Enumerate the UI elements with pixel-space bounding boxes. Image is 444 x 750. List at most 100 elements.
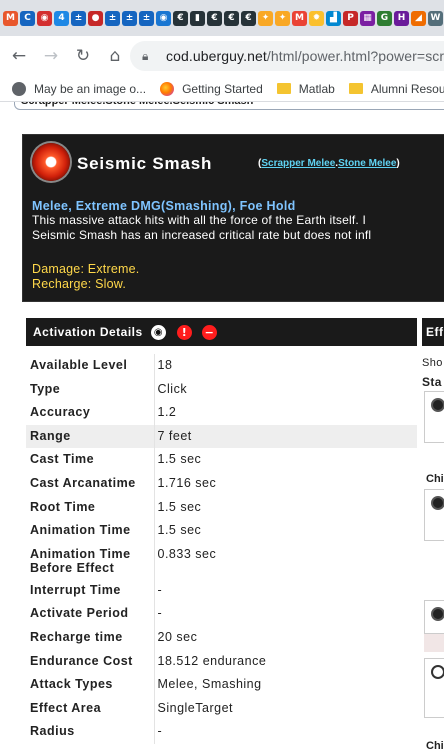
chart-favicon[interactable]: ▟	[326, 10, 341, 26]
activation-details-table: Available Level 18 Type Click Accuracy 1.2 Ran…	[26, 354, 417, 744]
folder-icon	[276, 83, 291, 94]
user-icon	[431, 665, 444, 679]
effect-card-3	[424, 600, 444, 634]
e4-favicon[interactable]: €	[241, 10, 256, 26]
h-favicon[interactable]: H	[394, 10, 409, 26]
power-set-links: (Scrapper Melee.Stone Melee)	[258, 158, 400, 169]
activation-key: Effect Area	[30, 700, 102, 715]
activation-row: Attack Types Melee, Smashing	[26, 673, 417, 697]
url-host: cod.uberguy.net	[166, 48, 267, 64]
shield2-favicon[interactable]: ✦	[275, 10, 290, 26]
scrapper-melee-link[interactable]: Scrapper Melee	[261, 158, 335, 169]
activation-key: Available Level	[30, 358, 128, 372]
bookmark-label: Alumni Resou	[370, 81, 444, 96]
red-favicon[interactable]: ●	[88, 10, 103, 26]
damage-text: Damage: Extreme.	[32, 262, 140, 276]
gmail-favicon[interactable]: M	[292, 10, 307, 26]
blue-circle-favicon[interactable]: ◉	[156, 10, 171, 26]
e3-favicon[interactable]: €	[224, 10, 239, 26]
pa-favicon[interactable]: P	[343, 10, 358, 26]
stone-melee-link[interactable]: Stone Melee	[338, 158, 396, 169]
activation-row: Radius -	[26, 720, 417, 744]
bookmark-item[interactable]: Alumni Resou	[348, 81, 444, 96]
activation-key: Radius	[30, 724, 75, 739]
activation-key: Cast Time	[30, 452, 95, 467]
activation-key: Cast Arcanatime	[30, 475, 136, 490]
plus-favicon[interactable]: 4	[54, 10, 69, 26]
bookmark-item[interactable]: Getting Started	[160, 81, 263, 96]
activation-value: 18	[153, 354, 417, 378]
dark-favicon[interactable]: ▮	[190, 10, 205, 26]
activation-key: Attack Types	[30, 677, 113, 692]
tab-strip: M C ◉ 4 ± ● ± ± ± ◉ € ▮ € € € ✦ ✦ M ✹ ▟ P ▦ G H ◢ W	[0, 0, 444, 36]
activation-row: Available Level 18	[26, 354, 417, 378]
activation-key: Root Time	[30, 499, 96, 514]
activation-value: -	[153, 602, 417, 626]
activation-key: Type	[30, 381, 61, 396]
lock-icon: 🔒︎	[142, 49, 149, 63]
set-close-paren: )	[396, 158, 400, 169]
no-entry-icon[interactable]: −	[201, 324, 217, 340]
bookmarks-bar: May be an image o... Getting Started Matla…	[0, 76, 444, 102]
badge2-favicon[interactable]: ±	[105, 10, 120, 26]
activation-key: Animation Time Before Effect	[30, 546, 131, 575]
activation-value: -	[153, 720, 417, 744]
m-favicon[interactable]: M	[3, 10, 18, 26]
power-summary-box: Seismic Smash (Scrapper Melee.Stone Mele…	[22, 134, 444, 302]
bookmark-item[interactable]: May be an image o...	[12, 81, 146, 96]
activation-row: Activate Period -	[26, 602, 417, 626]
activation-row: Animation Time Before Effect 0.833 sec	[26, 542, 417, 579]
activation-key: Endurance Cost	[30, 653, 133, 668]
power-short-help: Melee, Extreme DMG(Smashing), Foe Hold	[32, 199, 296, 213]
url-text: cod.uberguy.net/html/power.html?power=sc…	[166, 48, 444, 64]
effects-child-label-2: Chi	[426, 740, 444, 750]
activation-value: 20 sec	[153, 625, 417, 650]
activation-value: SingleTarget	[153, 696, 417, 721]
activation-value: Click	[153, 377, 417, 402]
effects-child-label-1: Chi	[426, 473, 444, 485]
effect-card-2	[424, 489, 444, 541]
globe-icon	[431, 398, 444, 412]
reload-button[interactable]: ↻	[70, 43, 96, 69]
activation-value: 1.2	[153, 401, 417, 425]
effect-row-highlight	[424, 634, 444, 652]
desc-line-1: This massive attack hits with all the fo…	[32, 213, 366, 227]
circle-favicon[interactable]: ◉	[37, 10, 52, 26]
bookmark-item[interactable]: Matlab	[276, 81, 335, 96]
back-button[interactable]: ←	[6, 43, 32, 69]
address-bar[interactable]: 🔒︎ cod.uberguy.net/html/power.html?power…	[130, 41, 444, 71]
activation-details-title: Activation Details	[33, 325, 143, 339]
activation-value: Melee, Smashing	[153, 673, 417, 697]
activation-value: 0.833 sec	[153, 542, 417, 579]
orange-favicon[interactable]: ◢	[411, 10, 426, 26]
activation-row: Endurance Cost 18.512 endurance	[26, 649, 417, 674]
c-favicon[interactable]: C	[20, 10, 35, 26]
badge3-favicon[interactable]: ±	[122, 10, 137, 26]
e2-favicon[interactable]: €	[207, 10, 222, 26]
forward-button[interactable]: →	[38, 43, 64, 69]
shield-favicon[interactable]: ✦	[258, 10, 273, 26]
browser-toolbar: ← → ↻ ⌂ 🔒︎ cod.uberguy.net/html/power.ht…	[0, 36, 444, 76]
eye-icon[interactable]: ◉	[150, 324, 166, 340]
activation-row: Accuracy 1.2	[26, 401, 417, 425]
activation-key: Activate Period	[30, 606, 129, 621]
activation-row: Type Click	[26, 377, 417, 402]
activation-key: Animation Time	[30, 523, 131, 538]
activation-key: Range	[26, 424, 154, 449]
bookmark-label: Matlab	[298, 81, 335, 96]
badge-favicon[interactable]: ±	[71, 10, 86, 26]
activation-value: -	[153, 578, 417, 603]
power-name: Seismic Smash	[77, 154, 213, 173]
grid-favicon[interactable]: ▦	[360, 10, 375, 26]
bulb-favicon[interactable]: ✹	[309, 10, 324, 26]
activation-value: 1.5 sec	[153, 495, 417, 520]
w-favicon[interactable]: W	[428, 10, 443, 26]
home-button[interactable]: ⌂	[102, 43, 128, 69]
g-favicon[interactable]: G	[377, 10, 392, 26]
globe-icon	[431, 496, 444, 510]
desc-line-2: Seismic Smash has an increased critical …	[32, 228, 372, 242]
e-favicon[interactable]: €	[173, 10, 188, 26]
warning-icon[interactable]: !	[176, 324, 192, 340]
badge4-favicon[interactable]: ±	[139, 10, 154, 26]
activation-value: 18.512 endurance	[153, 649, 417, 674]
